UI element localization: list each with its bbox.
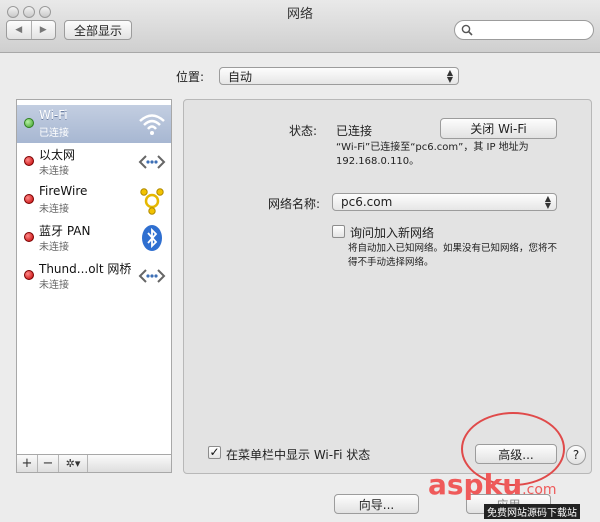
status-description-line2: 192.168.0.110。 (336, 156, 420, 167)
service-item-firewire[interactable]: FireWire 未连接 (17, 181, 171, 219)
add-service-button[interactable]: + (17, 455, 38, 472)
remove-service-button[interactable]: − (38, 455, 59, 472)
status-dot-icon (24, 232, 34, 242)
status-description-line1: “Wi-Fi”已连接至“pc6.com”，其 IP 地址为 (336, 142, 529, 153)
service-item-wifi[interactable]: Wi-Fi 已连接 (17, 105, 171, 143)
watermark-suffix: .com (522, 482, 557, 498)
ask-join-description-line2: 得不手动选择网络。 (348, 257, 434, 268)
service-list: Wi-Fi 已连接 以太网 未连接 FireWire 未连接 蓝牙 PAN 未连… (16, 99, 172, 455)
watermark-text: aspku (428, 468, 523, 501)
service-status: 未连接 (39, 280, 69, 291)
ask-join-description-line1: 将自动加入已知网络。如果没有已知网络，您将不 (348, 243, 558, 254)
popup-arrows-icon: ▲ ▼ (544, 194, 551, 210)
back-arrow-icon[interactable]: ◀ (7, 21, 32, 39)
status-dot-icon (24, 156, 34, 166)
assist-me-button[interactable]: 向导... (334, 494, 419, 514)
service-name: Wi-Fi (39, 108, 68, 122)
watermark-logo: aspku.com (428, 468, 557, 501)
location-value: 自动 (228, 69, 253, 84)
service-list-toolbar: + − ✲▾ (16, 455, 172, 473)
show-in-menubar-checkbox[interactable]: ✓ (208, 446, 221, 459)
network-preferences-window: 网络 ◀ ▶ 全部显示 位置: 自动 ▲ ▼ Wi-Fi 已连接 以太网 未连接… (0, 0, 600, 522)
service-item-bluetooth-pan[interactable]: 蓝牙 PAN 未连接 (17, 219, 171, 257)
network-name-popup[interactable]: pc6.com ▲ ▼ (332, 193, 557, 211)
ask-join-label: 询问加入新网络 (350, 226, 435, 240)
forward-arrow-icon[interactable]: ▶ (32, 21, 56, 39)
status-value: 已连接 (336, 124, 373, 138)
watermark-subtitle: 免费网站源码下载站 (484, 504, 580, 519)
popup-arrows-icon: ▲ ▼ (446, 68, 453, 84)
service-status: 已连接 (39, 128, 69, 139)
service-status: 未连接 (39, 166, 69, 177)
title-bar: 网络 ◀ ▶ 全部显示 (0, 0, 600, 53)
location-label: 位置: (176, 70, 205, 84)
location-popup[interactable]: 自动 ▲ ▼ (219, 67, 459, 85)
ask-join-checkbox[interactable] (332, 225, 345, 238)
service-item-thunderbolt-bridge[interactable]: Thund...olt 网桥 未连接 (17, 257, 171, 295)
bluetooth-icon (142, 225, 162, 251)
service-status: 未连接 (39, 204, 69, 215)
ethernet-icon (138, 155, 166, 169)
status-dot-icon (24, 270, 34, 280)
service-name: FireWire (39, 184, 88, 198)
show-in-menubar-label: 在菜单栏中显示 Wi-Fi 状态 (226, 448, 371, 462)
status-dot-icon (24, 118, 34, 128)
search-field[interactable] (454, 20, 594, 40)
wifi-icon (139, 114, 165, 135)
turn-off-wifi-button[interactable]: 关闭 Wi-Fi (440, 118, 557, 139)
action-menu-button[interactable]: ✲▾ (59, 455, 88, 472)
service-status: 未连接 (39, 242, 69, 253)
help-button[interactable]: ? (566, 445, 586, 465)
back-forward-buttons: ◀ ▶ (6, 20, 56, 40)
service-name: Thund...olt 网桥 (39, 262, 132, 276)
status-dot-icon (24, 194, 34, 204)
service-item-ethernet[interactable]: 以太网 未连接 (17, 143, 171, 181)
thunderbolt-bridge-icon (138, 269, 166, 283)
network-name-label: 网络名称: (268, 197, 321, 211)
service-name: 以太网 (39, 148, 76, 162)
network-name-value: pc6.com (341, 195, 393, 209)
search-icon (461, 24, 473, 36)
status-label: 状态: (289, 124, 318, 138)
firewire-icon (140, 188, 164, 215)
show-all-button[interactable]: 全部显示 (64, 20, 132, 40)
service-name: 蓝牙 PAN (39, 224, 91, 238)
